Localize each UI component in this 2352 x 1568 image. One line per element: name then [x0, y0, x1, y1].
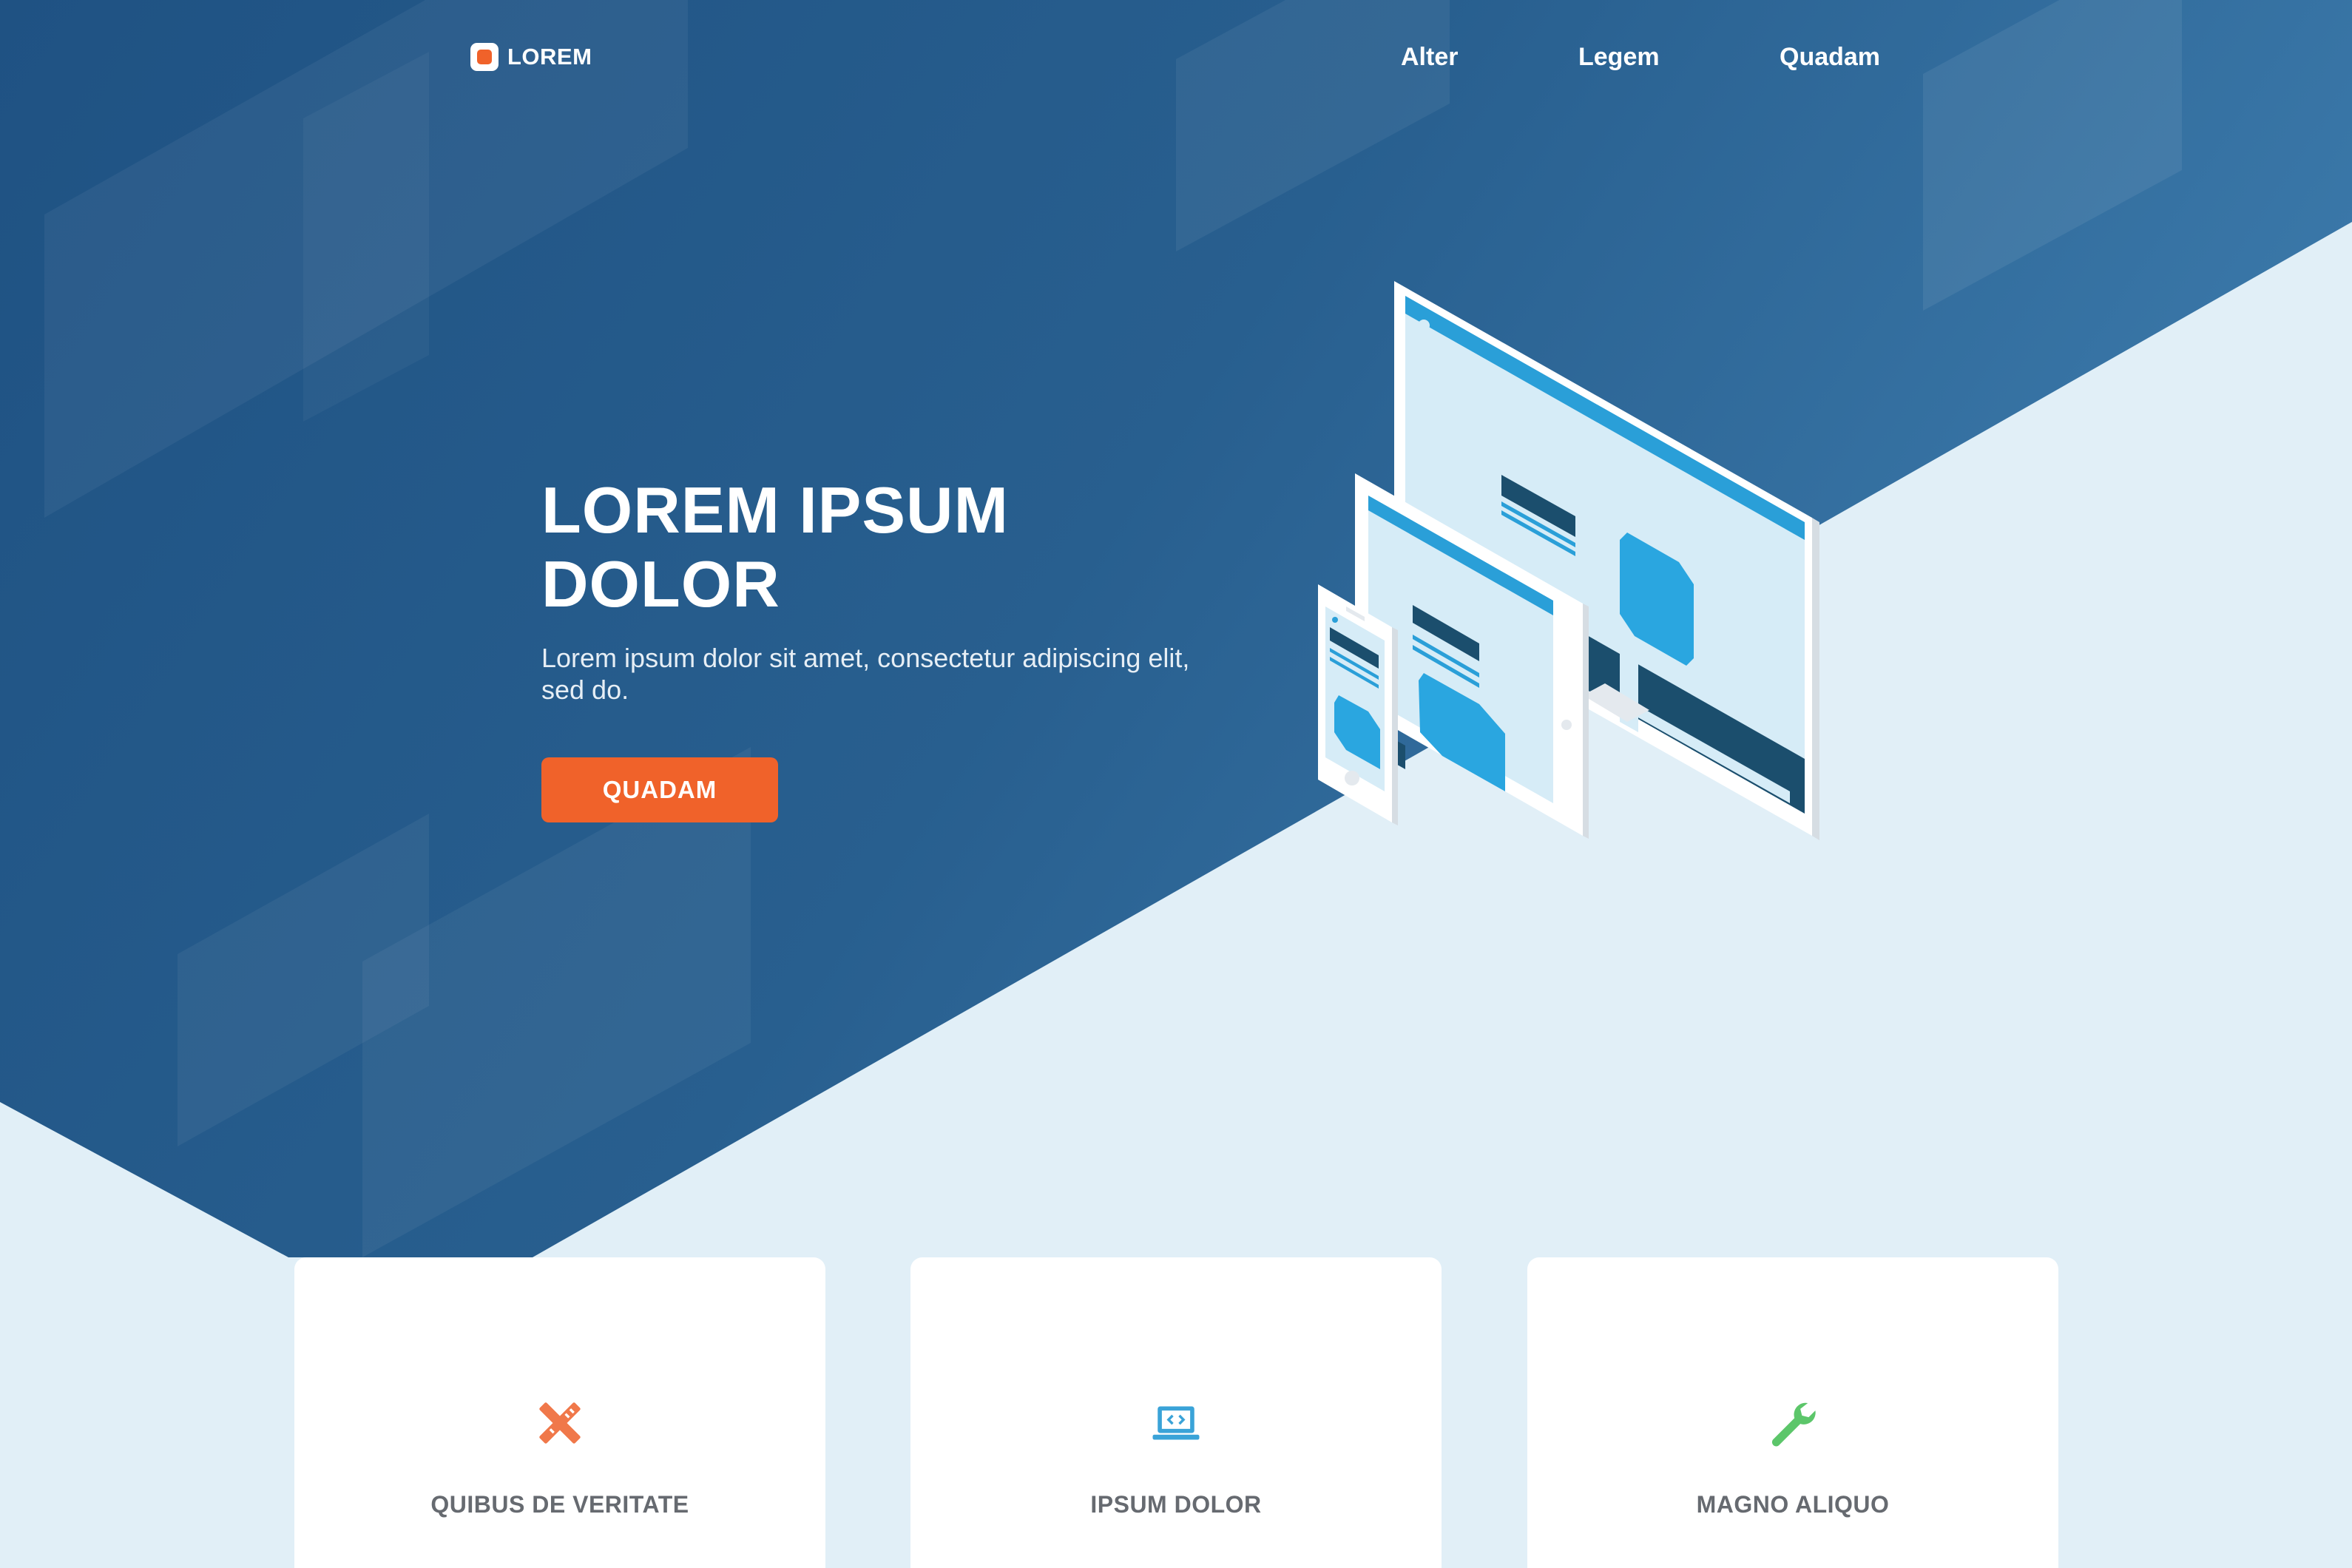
- feature-card-3[interactable]: MAGNO ALIQUO: [1527, 1257, 2058, 1568]
- feature-title: QUIBUS DE VERITATE: [430, 1491, 689, 1518]
- hero-cta-button[interactable]: QUADAM: [541, 757, 778, 822]
- nav-item-alter[interactable]: Alter: [1401, 43, 1458, 72]
- logo-text: LOREM: [507, 44, 592, 70]
- pencil-ruler-icon: [539, 1402, 581, 1444]
- hero-title-line-1: LOREM IPSUM: [541, 473, 1009, 547]
- laptop-code-icon: [1152, 1406, 1200, 1440]
- top-nav: Alter Legem Quadam: [1401, 43, 1889, 75]
- nav-item-quadam[interactable]: Quadam: [1780, 43, 1880, 72]
- hero-title: LOREM IPSUM DOLOR: [541, 473, 1207, 621]
- feature-card-1[interactable]: QUIBUS DE VERITATE: [294, 1257, 825, 1568]
- nav-item-legem[interactable]: Legem: [1578, 43, 1660, 72]
- landing-page: LOREM Alter Legem Quadam LOREM IPSUM DOL…: [0, 0, 2352, 1568]
- logo-mark-icon: [470, 43, 499, 71]
- brand-logo[interactable]: LOREM: [470, 43, 592, 71]
- feature-title: IPSUM DOLOR: [1090, 1491, 1262, 1518]
- wrench-icon: [1771, 1402, 1816, 1447]
- devices-illustration: [1318, 281, 1819, 840]
- feature-title: MAGNO ALIQUO: [1696, 1491, 1890, 1518]
- feature-card-2[interactable]: IPSUM DOLOR: [910, 1257, 1442, 1568]
- hero-title-line-2: DOLOR: [541, 547, 780, 621]
- hero-subtitle: Lorem ipsum dolor sit amet, consectetur …: [541, 643, 1190, 705]
